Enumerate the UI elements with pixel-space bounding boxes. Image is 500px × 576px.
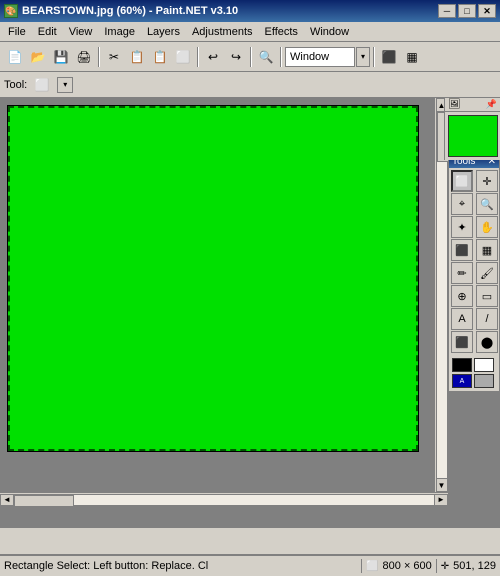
menu-file[interactable]: File [2,22,32,41]
toolbar: 📄 📂 💾 🖨 ✂ 📋 📋 ⬜ ↩ ↪ 🔍 Window ▾ ⬛ ▦ [0,42,500,72]
window-dropdown-arrow[interactable]: ▾ [356,47,370,67]
open-button[interactable]: 📂 [27,46,49,68]
hscroll-right[interactable]: ► [434,494,448,506]
sep5 [373,47,375,67]
tool-label: Tool: [4,79,27,91]
cut-button[interactable]: ✂ [103,46,125,68]
zoom-button[interactable]: 🔍 [255,46,277,68]
close-button[interactable]: ✕ [478,4,496,18]
primary-color[interactable] [452,358,472,372]
tool-pencil[interactable]: ✏ [451,262,473,284]
menu-view[interactable]: View [63,22,99,41]
thumbnail-header: 🖼 📌 [445,98,500,112]
tools-panel: Tools ✕ ⬜ ✛ ⌖ 🔍 ✦ ✋ ⬛ ▦ ✏ 🖌 ⊕ ▭ A / ⬛ ⬤ … [448,154,500,392]
tool-paint-bucket[interactable]: ⬛ [451,239,473,261]
tool-line[interactable]: / [476,308,498,330]
copy-button[interactable]: 📋 [126,46,148,68]
sep3 [250,47,252,67]
tool-rectangle-select[interactable]: ⬜ [451,170,473,192]
menu-layers[interactable]: Layers [141,22,186,41]
tool-rectangle[interactable]: ⬛ [451,331,473,353]
extra-btn1[interactable]: ⬛ [378,46,400,68]
sep4 [280,47,282,67]
hscroll[interactable]: ◄ ► [0,492,448,506]
vscroll-down[interactable]: ▼ [436,478,448,492]
tool-magic-wand[interactable]: ✦ [451,216,473,238]
tool-brush[interactable]: 🖌 [476,262,498,284]
tool-zoom[interactable]: 🔍 [476,193,498,215]
menu-effects[interactable]: Effects [259,22,304,41]
vscroll-track[interactable] [436,112,448,478]
title-buttons[interactable]: ─ □ ✕ [438,4,496,18]
status-bar: Rectangle Select: Left button: Replace. … [0,554,500,576]
tool-gradient[interactable]: ▦ [476,239,498,261]
new-button[interactable]: 📄 [4,46,26,68]
menu-adjustments[interactable]: Adjustments [186,22,259,41]
tools-grid: ⬜ ✛ ⌖ 🔍 ✦ ✋ ⬛ ▦ ✏ 🖌 ⊕ ▭ A / ⬛ ⬤ [449,168,499,355]
size-icon: ⬜ [366,561,378,572]
hscroll-left[interactable]: ◄ [0,494,14,506]
undo-button[interactable]: ↩ [202,46,224,68]
tool-clone-stamp[interactable]: ⊕ [451,285,473,307]
title-text: BEARSTOWN.jpg (60%) - Paint.NET v3.10 [22,5,238,17]
save-button[interactable]: 💾 [50,46,72,68]
toolsel-bar: Tool: ⬜ ▾ [0,72,500,98]
tool-lasso[interactable]: ⌖ [451,193,473,215]
print-button[interactable]: 🖨 [73,46,95,68]
tool-dropdown-arrow[interactable]: ▾ [57,77,73,93]
title-bar-left: 🎨 BEARSTOWN.jpg (60%) - Paint.NET v3.10 [4,4,238,18]
tool-ellipse[interactable]: ⬤ [476,331,498,353]
paste-button[interactable]: 📋 [149,46,171,68]
status-tool-text: Rectangle Select: Left button: Replace. … [4,560,357,572]
menu-bar: File Edit View Image Layers Adjustments … [0,22,500,42]
hscroll-thumb[interactable] [14,495,74,507]
menu-edit[interactable]: Edit [32,22,63,41]
secondary-color[interactable] [474,358,494,372]
maximize-button[interactable]: □ [458,4,476,18]
canvas-size: 800 × 600 [383,560,432,572]
status-sep2 [436,559,437,573]
color-4[interactable] [474,374,494,388]
main-area: 🖼 📌 Tools ✕ ⬜ ✛ ⌖ 🔍 ✦ ✋ ⬛ ▦ ✏ 🖌 ⊕ ▭ A / … [0,98,500,528]
app-icon: 🎨 [4,4,18,18]
extra-btn2[interactable]: ▦ [401,46,423,68]
menu-window[interactable]: Window [304,22,355,41]
thumbnail-panel: 🖼 📌 [444,98,500,160]
canvas[interactable] [8,106,418,451]
window-dropdown[interactable]: Window [285,47,355,67]
tool-eraser[interactable]: ▭ [476,285,498,307]
thumbnail-pin-icon[interactable]: 📌 [486,99,497,110]
pos-icon: ✛ [441,561,449,572]
color-3[interactable]: A [452,374,472,388]
canvas-container [0,98,500,498]
menu-image[interactable]: Image [98,22,141,41]
redo-button[interactable]: ↪ [225,46,247,68]
deselect-button[interactable]: ⬜ [172,46,194,68]
thumbnail-image [448,115,498,157]
cursor-position: 501, 129 [453,560,496,572]
tool-text[interactable]: A [451,308,473,330]
tool-move[interactable]: ✛ [476,170,498,192]
tool-icon[interactable]: ⬜ [31,74,53,96]
title-bar: 🎨 BEARSTOWN.jpg (60%) - Paint.NET v3.10 … [0,0,500,22]
hscroll-track[interactable] [14,494,434,506]
sep1 [98,47,100,67]
minimize-button[interactable]: ─ [438,4,456,18]
thumbnail-icon: 🖼 [448,99,461,110]
sep2 [197,47,199,67]
tool-pan[interactable]: ✋ [476,216,498,238]
status-sep1 [361,559,362,573]
color-section: A [449,355,499,391]
